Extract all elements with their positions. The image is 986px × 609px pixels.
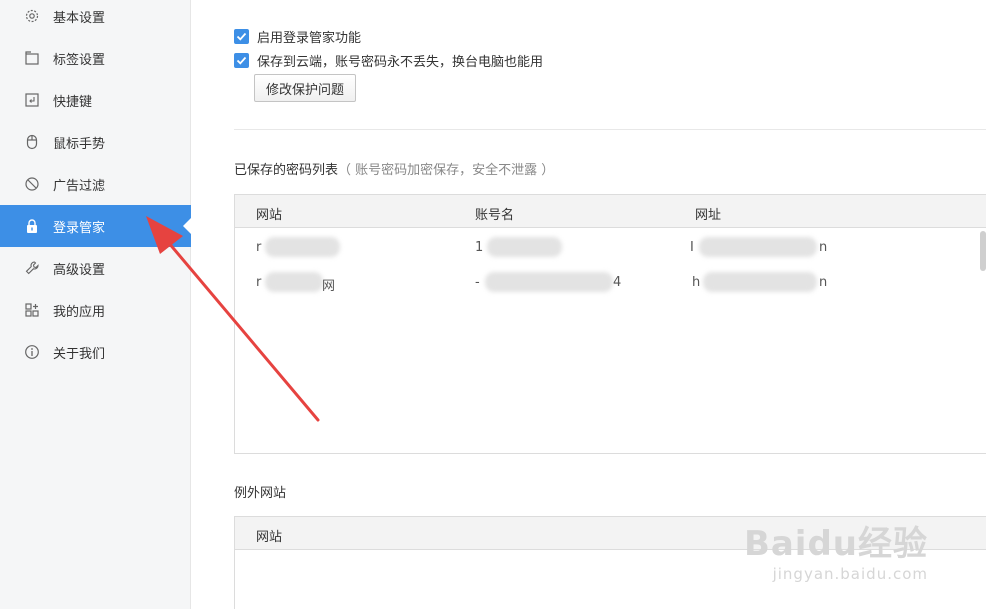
site-cell: r — [256, 275, 262, 290]
save-to-cloud-checkbox[interactable] — [234, 53, 249, 68]
enable-login-manager-checkbox[interactable] — [234, 29, 249, 44]
sidebar-item-tab-settings[interactable]: 标签设置 — [0, 37, 191, 79]
sidebar-item-my-apps[interactable]: 我的应用 — [0, 289, 191, 331]
site-cell-tail: 网 — [322, 279, 336, 294]
saved-passwords-table: 网站 账号名 网址 r 1 I n r 网 - 4 h n — [234, 194, 986, 454]
account-cell-tail: 4 — [613, 275, 622, 290]
sidebar-item-label: 高级设置 — [53, 262, 106, 278]
watermark-text: Baidu经验 — [743, 524, 928, 564]
modify-security-question-button[interactable]: 修改保护问题 — [254, 74, 357, 102]
section-divider — [234, 129, 986, 130]
enable-login-manager-option[interactable]: 启用登录管家功能 — [234, 27, 361, 46]
column-header-site[interactable]: 网站 — [256, 204, 282, 223]
lock-icon — [24, 218, 40, 234]
column-header-site[interactable]: 网站 — [256, 526, 282, 545]
url-cell: I — [690, 240, 694, 255]
sidebar-item-label: 我的应用 — [53, 304, 106, 320]
sidebar-item-login-manager[interactable]: 登录管家 — [0, 205, 191, 247]
sidebar-item-label: 标签设置 — [53, 52, 106, 68]
url-cell-tail: n — [819, 240, 828, 255]
sidebar-item-label: 快捷键 — [53, 94, 93, 110]
account-cell: 1 — [475, 240, 484, 255]
apps-icon — [24, 302, 40, 318]
table-scrollbar[interactable] — [980, 231, 986, 271]
table-row[interactable]: r 1 I n — [235, 231, 986, 265]
table-header: 网站 账号名 网址 — [235, 195, 986, 228]
sidebar-item-ad-filter[interactable]: 广告过滤 — [0, 163, 191, 205]
url-cell-tail: n — [819, 275, 828, 290]
sidebar-item-shortcuts[interactable]: 快捷键 — [0, 79, 191, 121]
saved-passwords-title: 已保存的密码列表（ 账号密码加密保存，安全不泄露 ） — [234, 159, 554, 178]
watermark-sub: jingyan.baidu.com — [772, 565, 928, 583]
save-to-cloud-option[interactable]: 保存到云端，账号密码永不丢失，换台电脑也能用 — [234, 51, 543, 70]
info-icon — [24, 344, 40, 360]
enable-login-manager-label: 启用登录管家功能 — [257, 31, 362, 46]
table-row[interactable]: r 网 - 4 h n — [235, 266, 986, 300]
redacted-blur — [485, 272, 613, 292]
wrench-icon — [24, 260, 40, 276]
redacted-blur — [265, 272, 323, 292]
saved-passwords-heading: 已保存的密码列表 — [234, 163, 339, 178]
column-header-url[interactable]: 网址 — [695, 204, 721, 223]
url-cell: h — [692, 275, 701, 290]
login-manager-panel: 启用登录管家功能 保存到云端，账号密码永不丢失，换台电脑也能用 修改保护问题 已… — [191, 0, 986, 609]
sidebar-item-basic-settings[interactable]: 基本设置 — [0, 0, 191, 37]
saved-passwords-hint: （ 账号密码加密保存，安全不泄露 ） — [338, 163, 555, 178]
sidebar-item-label: 登录管家 — [53, 220, 106, 236]
column-header-account[interactable]: 账号名 — [475, 204, 514, 223]
sidebar-item-mouse-gestures[interactable]: 鼠标手势 — [0, 121, 191, 163]
baidu-jingyan-watermark: Baidu经验 jingyan.baidu.com — [744, 516, 928, 583]
sidebar-item-about-us[interactable]: 关于我们 — [0, 331, 191, 373]
sidebar-item-label: 鼠标手势 — [53, 136, 106, 152]
sidebar-item-label: 基本设置 — [53, 10, 106, 26]
redacted-blur — [265, 237, 340, 257]
account-cell: - — [475, 275, 480, 290]
exception-sites-title: 例外网站 — [234, 486, 287, 501]
sidebar-item-label: 广告过滤 — [53, 178, 106, 194]
redacted-blur — [703, 272, 817, 292]
block-icon — [24, 176, 40, 192]
sidebar-item-advanced-settings[interactable]: 高级设置 — [0, 247, 191, 289]
redacted-blur — [487, 237, 562, 257]
sidebar-item-label: 关于我们 — [53, 346, 106, 362]
save-to-cloud-label: 保存到云端，账号密码永不丢失，换台电脑也能用 — [257, 55, 544, 70]
gear-icon — [24, 8, 40, 24]
redacted-blur — [699, 237, 817, 257]
mouse-icon — [24, 134, 40, 150]
settings-sidebar: 基本设置 标签设置 快捷键 鼠标手势 广告过滤 登录管家 高级设置 我的应用 关… — [0, 0, 191, 609]
site-cell: r — [256, 240, 262, 255]
keyboard-icon — [24, 92, 40, 108]
tabs-icon — [24, 50, 40, 66]
